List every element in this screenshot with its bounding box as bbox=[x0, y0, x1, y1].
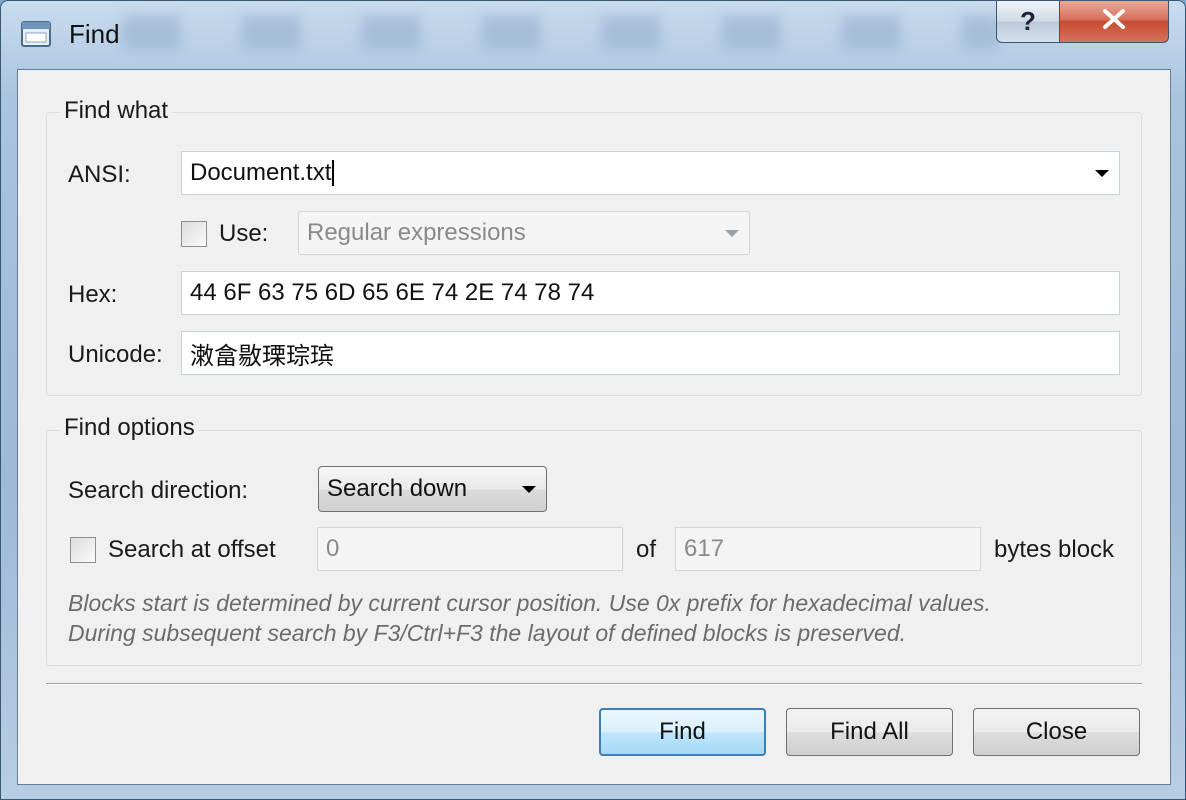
find-options-group-label: Find options bbox=[60, 414, 199, 442]
hex-field[interactable]: 44 6F 63 75 6D 65 6E 74 2E 74 78 74 bbox=[181, 271, 1120, 315]
hex-label: Hex: bbox=[68, 281, 118, 308]
chevron-down-icon bbox=[725, 230, 739, 237]
help-button[interactable]: ? bbox=[996, 1, 1060, 43]
window-title: Find bbox=[69, 19, 120, 49]
title-bar[interactable]: Find ? bbox=[1, 1, 1186, 67]
text-cursor bbox=[332, 160, 335, 186]
chevron-down-icon[interactable] bbox=[1095, 170, 1109, 177]
use-checkbox[interactable] bbox=[181, 221, 207, 247]
offset-field[interactable]: 0 bbox=[317, 527, 623, 571]
separator bbox=[46, 683, 1142, 685]
dialog-window: Find ? Find what ANSI: Document.txt Use:… bbox=[0, 0, 1186, 800]
use-mode-value: Regular expressions bbox=[307, 219, 526, 246]
search-direction-value: Search down bbox=[327, 475, 468, 502]
ansi-combobox[interactable]: Document.txt bbox=[181, 151, 1120, 195]
offset-value: 0 bbox=[326, 535, 340, 562]
hint-line-1: Blocks start is determined by current cu… bbox=[68, 590, 991, 616]
hint-line-2: During subsequent search by F3/Ctrl+F3 t… bbox=[68, 620, 907, 646]
close-icon bbox=[1101, 8, 1127, 35]
ansi-label: ANSI: bbox=[68, 161, 131, 188]
hex-value: 44 6F 63 75 6D 65 6E 74 2E 74 78 74 bbox=[190, 279, 595, 306]
search-at-offset-label: Search at offset bbox=[108, 536, 276, 563]
of-label: of bbox=[636, 536, 657, 563]
use-label: Use: bbox=[219, 220, 269, 247]
dialog-client-area: Find what ANSI: Document.txt Use: Regula… bbox=[17, 69, 1171, 785]
find-all-button[interactable]: Find All bbox=[786, 708, 953, 756]
unicode-field[interactable]: 潄畣敭瑮琮瑸 bbox=[181, 331, 1120, 375]
find-what-group-label: Find what bbox=[60, 97, 173, 125]
bytes-block-label: bytes block bbox=[994, 536, 1115, 563]
close-window-button[interactable] bbox=[1059, 1, 1169, 43]
search-at-offset-checkbox[interactable] bbox=[70, 537, 96, 563]
ansi-value: Document.txt bbox=[190, 159, 332, 186]
block-size-field[interactable]: 617 bbox=[675, 527, 981, 571]
block-size-value: 617 bbox=[684, 535, 725, 562]
use-mode-select[interactable]: Regular expressions bbox=[298, 211, 750, 255]
title-bar-background bbox=[121, 15, 1001, 49]
search-direction-label: Search direction: bbox=[68, 477, 249, 504]
close-button[interactable]: Close bbox=[973, 708, 1140, 756]
search-direction-select[interactable]: Search down bbox=[318, 466, 547, 512]
chevron-down-icon bbox=[522, 486, 536, 493]
unicode-label: Unicode: bbox=[68, 341, 163, 368]
unicode-value: 潄畣敭瑮琮瑸 bbox=[190, 342, 334, 370]
help-icon: ? bbox=[1020, 6, 1036, 36]
app-window-icon bbox=[21, 21, 51, 47]
find-button[interactable]: Find bbox=[599, 708, 766, 756]
